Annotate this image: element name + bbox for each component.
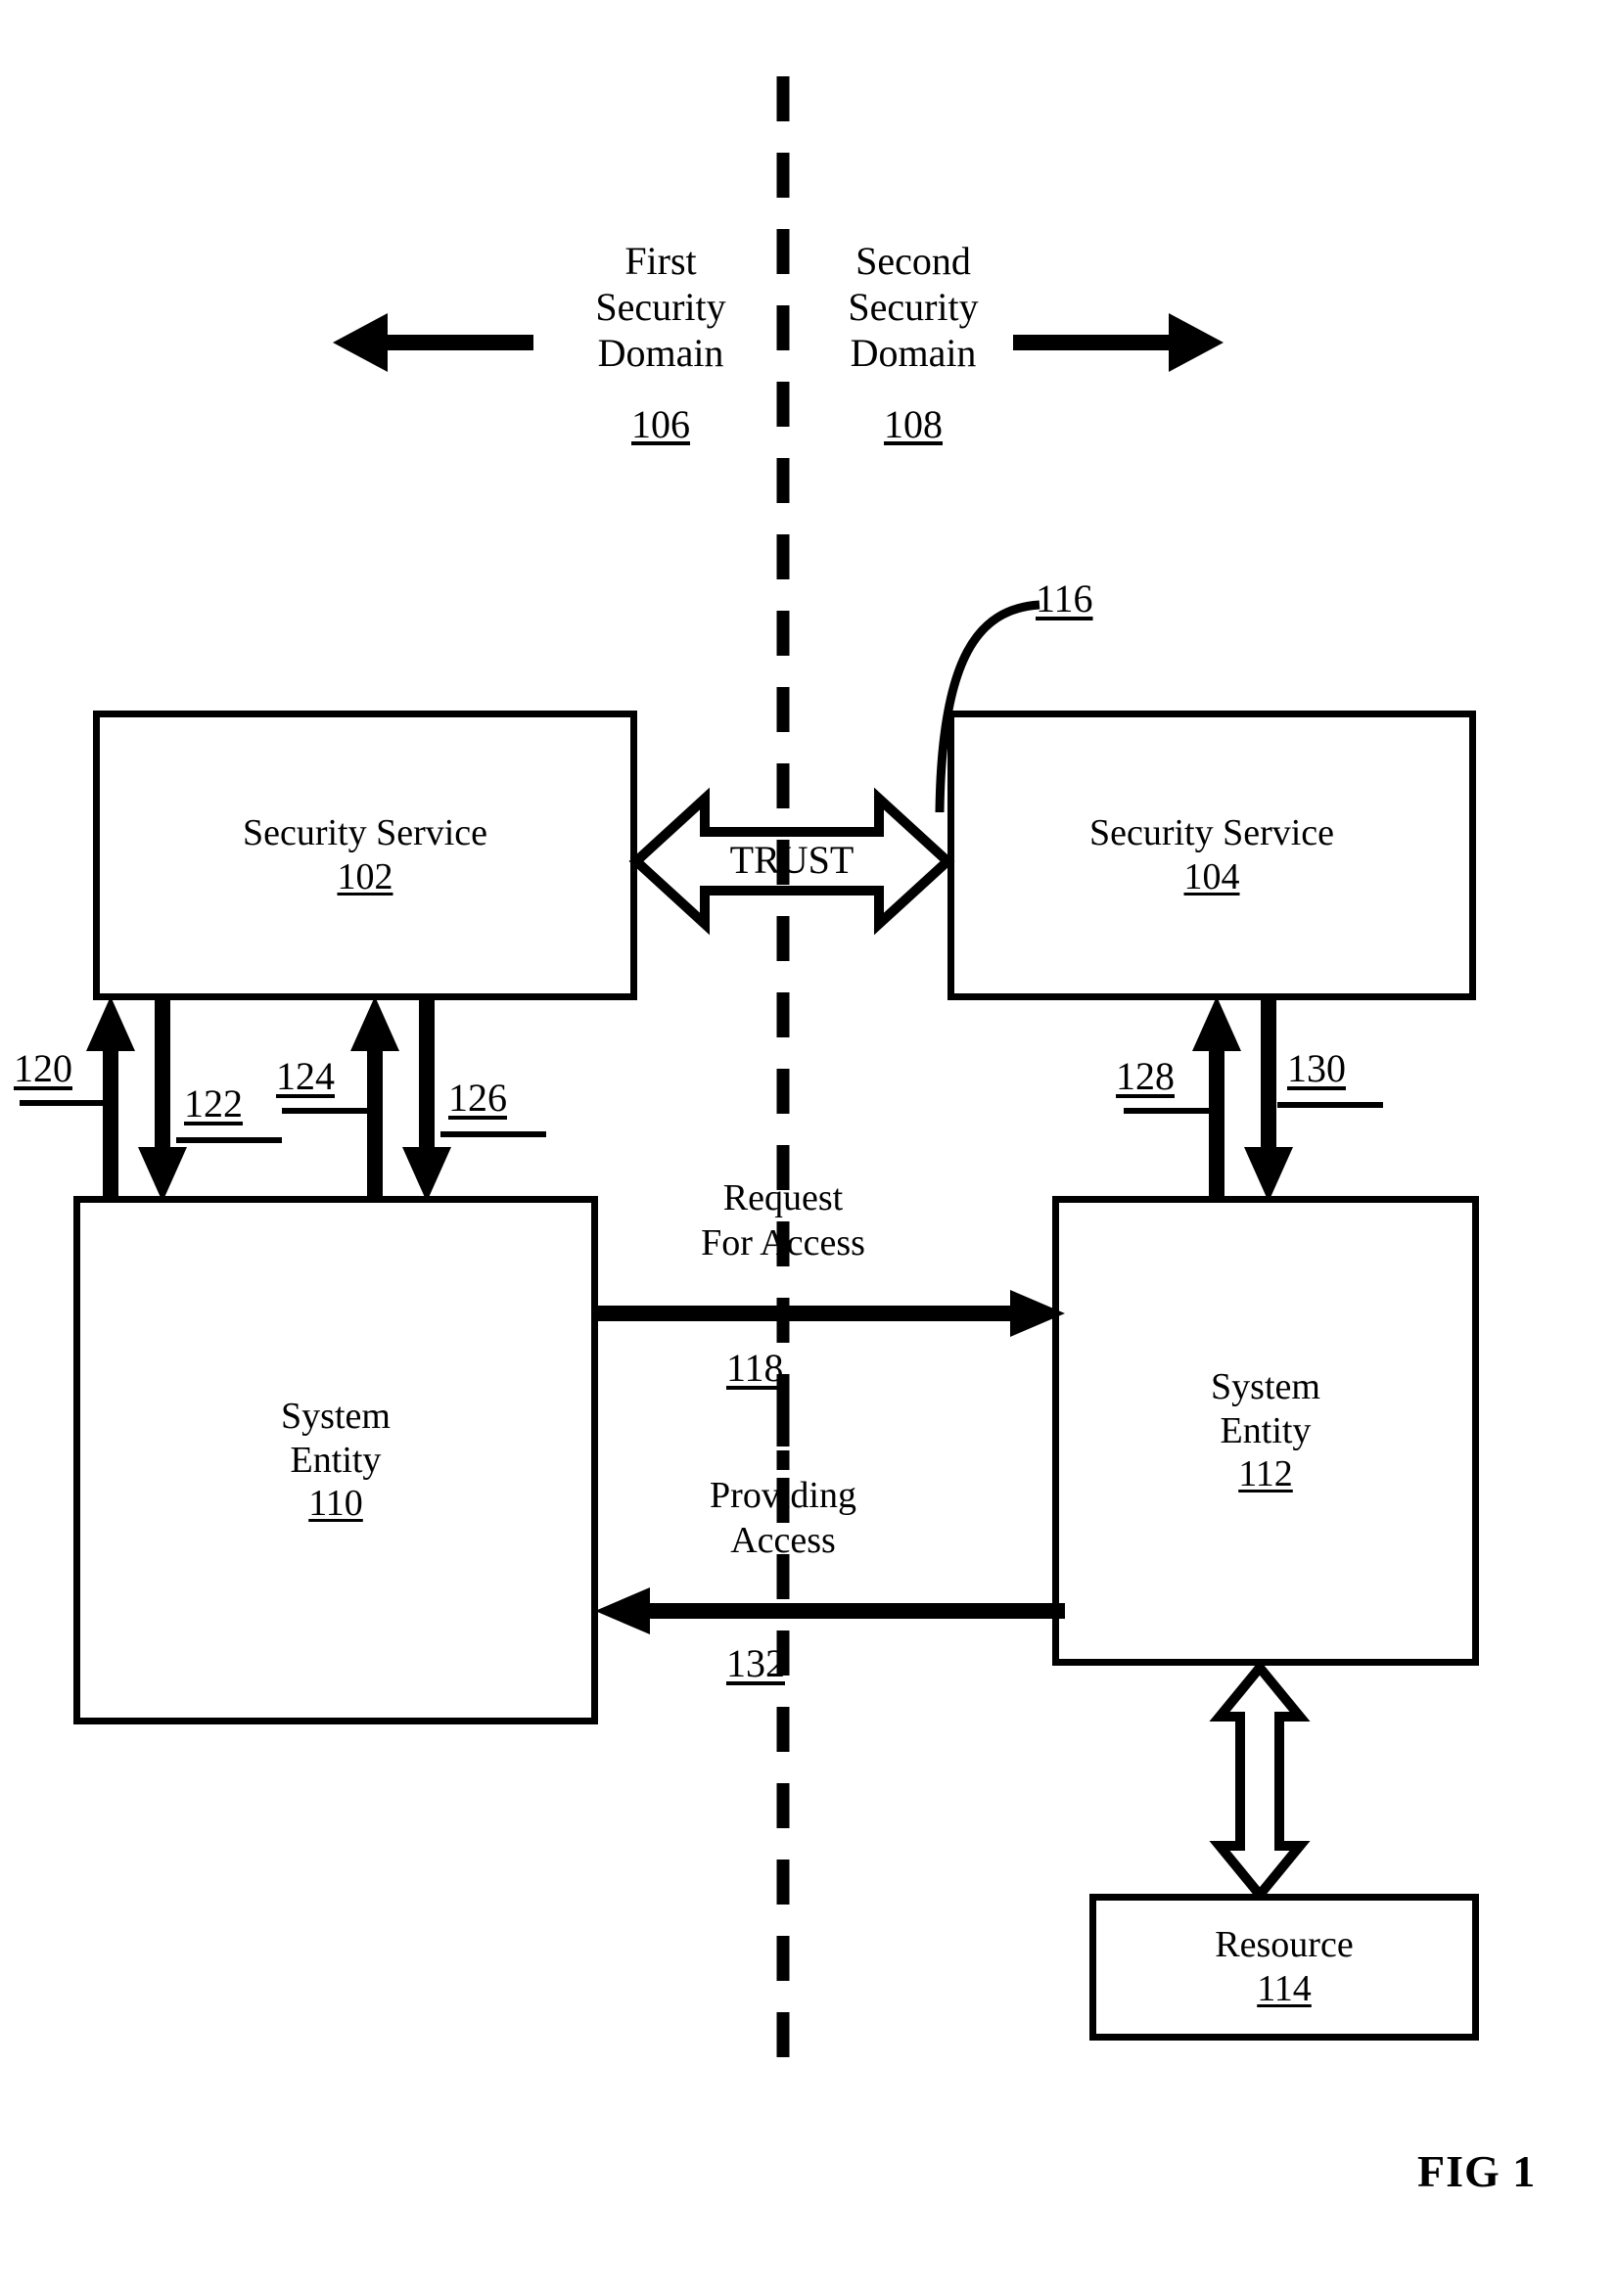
- reference-numeral-120: 120: [14, 1046, 72, 1090]
- request-for-access-caption: Request For Access: [701, 1177, 865, 1263]
- security-service-102-ref: 102: [337, 856, 393, 897]
- trust-label: TRUST: [729, 838, 855, 882]
- security-service-102-box: Security Service 102: [93, 711, 637, 1000]
- leader-line-126: [440, 1131, 546, 1137]
- first-security-domain-label: First Security Domain: [595, 239, 726, 376]
- security-service-104-box: Security Service 104: [947, 711, 1476, 1000]
- reference-numeral-122: 122: [184, 1081, 243, 1125]
- providing-access-caption: Providing Access: [710, 1475, 856, 1561]
- reference-numeral-124: 124: [276, 1054, 335, 1098]
- system-entity-110-box: System Entity 110: [73, 1196, 598, 1724]
- providing-access-arrow: [595, 1587, 1065, 1634]
- system-entity-112-box: System Entity 112: [1052, 1196, 1479, 1666]
- resource-114-title: Resource: [1215, 1924, 1354, 1966]
- resource-114-ref: 114: [1257, 1968, 1312, 2009]
- right-arrow-icon: [1013, 313, 1224, 372]
- leader-line-128: [1124, 1108, 1218, 1114]
- second-security-domain-ref: 108: [884, 402, 943, 446]
- leader-line-124: [282, 1108, 376, 1114]
- reference-numeral-132: 132: [726, 1641, 785, 1685]
- patent-figure-page: First Security Domain 106 Second Securit…: [0, 0, 1617, 2296]
- security-service-104-ref: 104: [1183, 856, 1240, 897]
- security-service-102-title: Security Service: [242, 812, 488, 854]
- system-entity-110-ref: 110: [308, 1483, 363, 1525]
- reference-numeral-126: 126: [448, 1076, 507, 1120]
- reference-numeral-128: 128: [1116, 1054, 1175, 1098]
- leader-line-120: [20, 1100, 114, 1106]
- resource-access-double-arrow-icon: [1209, 1660, 1311, 1903]
- system-entity-110-title: System Entity: [281, 1395, 391, 1481]
- reference-numeral-116: 116: [1036, 576, 1093, 620]
- first-security-domain-ref: 106: [631, 402, 690, 446]
- reference-numeral-118: 118: [726, 1346, 784, 1390]
- system-entity-112-title: System Entity: [1211, 1365, 1320, 1451]
- security-service-104-title: Security Service: [1088, 812, 1335, 854]
- system-entity-112-ref: 112: [1238, 1453, 1293, 1495]
- reference-numeral-130: 130: [1287, 1046, 1346, 1090]
- resource-114-box: Resource 114: [1089, 1894, 1479, 2041]
- left-arrow-icon: [333, 313, 533, 372]
- figure-label: FIG 1: [1417, 2146, 1537, 2196]
- second-security-domain-label: Second Security Domain: [848, 239, 979, 376]
- request-for-access-arrow: [595, 1290, 1065, 1337]
- leader-line-130: [1277, 1102, 1383, 1108]
- connector-124-126-arrows: [350, 996, 451, 1202]
- leader-line-122: [176, 1137, 282, 1143]
